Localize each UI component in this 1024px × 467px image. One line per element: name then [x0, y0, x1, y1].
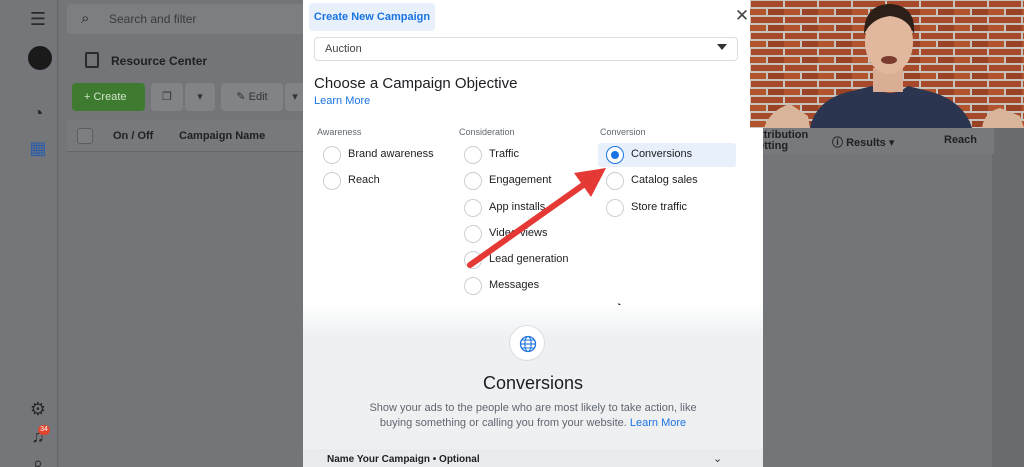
edit-label: Edit: [248, 91, 268, 103]
objective-option-catalog-sales[interactable]: Catalog sales: [598, 169, 736, 193]
globe-icon: [519, 335, 537, 353]
objective-option-video-views[interactable]: Video views: [456, 222, 594, 246]
menu-icon[interactable]: ☰: [27, 8, 49, 30]
radio-button[interactable]: [464, 225, 482, 243]
radio-button[interactable]: [464, 251, 482, 269]
resource-center[interactable]: Resource Center: [67, 46, 307, 76]
radio-button[interactable]: [323, 146, 341, 164]
close-icon[interactable]: ✕: [734, 7, 750, 24]
buying-type-select[interactable]: Auction: [314, 37, 738, 61]
create-button[interactable]: + Create: [72, 83, 145, 111]
presenter-video-frame: [750, 0, 1024, 128]
radio-button[interactable]: [464, 199, 482, 217]
search-bar[interactable]: ⌕ Search and filter: [67, 4, 317, 34]
option-label: App installs: [489, 201, 546, 213]
radio-button[interactable]: [323, 172, 341, 190]
buying-type-value: Auction: [325, 43, 362, 55]
search-placeholder: Search and filter: [109, 12, 197, 26]
dashboard-gauge-icon[interactable]: ◔: [27, 102, 49, 124]
column-reach[interactable]: Reach: [944, 134, 977, 146]
settings-gear-icon[interactable]: ⚙: [27, 398, 49, 420]
objective-option-messages[interactable]: Messages: [456, 274, 594, 298]
chevron-down-icon: ⌄: [713, 453, 723, 465]
option-label: Brand awareness: [348, 148, 434, 160]
objective-option-brand-awareness[interactable]: Brand awareness: [315, 143, 453, 167]
name-campaign-section[interactable]: Name Your Campaign • Optional ⌄: [303, 449, 763, 467]
radio-button[interactable]: [464, 146, 482, 164]
search-icon: ⌕: [81, 10, 90, 27]
radio-button[interactable]: [606, 199, 624, 217]
option-label: Video views: [489, 227, 548, 239]
create-campaign-dialog: Create New Campaign ✕ Auction Choose a C…: [303, 0, 763, 467]
left-nav: ☰ ◔ ▦ ⚙ ♫ 34 ⌕: [0, 0, 58, 467]
objective-detail-panel: Conversions Show your ads to the people …: [303, 305, 763, 467]
globe-badge: [509, 325, 545, 361]
clipboard-icon: [85, 52, 99, 68]
avatar[interactable]: [28, 46, 52, 70]
column-heading-consideration: Consideration: [459, 127, 515, 137]
radio-button[interactable]: [464, 172, 482, 190]
option-label: Engagement: [489, 174, 552, 186]
notification-badge: 34: [38, 425, 50, 435]
select-all-checkbox[interactable]: [77, 128, 93, 144]
objective-title: Choose a Campaign Objective: [314, 75, 518, 92]
edit-dropdown-icon[interactable]: ▾: [285, 83, 305, 111]
column-on-off[interactable]: On / Off: [113, 130, 153, 142]
campaigns-grid-icon[interactable]: ▦: [27, 137, 49, 159]
objective-option-traffic[interactable]: Traffic: [456, 143, 594, 167]
column-campaign-name[interactable]: Campaign Name: [179, 130, 265, 142]
option-label: Store traffic: [631, 201, 688, 213]
objective-option-store-traffic[interactable]: Store traffic: [598, 196, 736, 220]
name-campaign-label: Name Your Campaign • Optional: [327, 454, 480, 465]
radio-button[interactable]: [606, 172, 624, 190]
duplicate-dropdown-icon[interactable]: ▾: [185, 83, 215, 111]
objective-option-engagement[interactable]: Engagement: [456, 169, 594, 193]
objective-option-reach[interactable]: Reach: [315, 169, 453, 193]
radio-button[interactable]: [464, 277, 482, 295]
radio-button-selected[interactable]: [606, 146, 624, 164]
option-label: Conversions: [631, 148, 693, 160]
create-label: Create: [93, 91, 127, 103]
option-label: Messages: [489, 279, 540, 291]
detail-title: Conversions: [482, 373, 584, 393]
table-header-right: Attribution setting ⓘ Results ▾ Reach: [748, 126, 994, 154]
column-results[interactable]: ⓘ Results ▾: [832, 134, 894, 150]
duplicate-button[interactable]: ❐: [151, 83, 183, 111]
option-label: Traffic: [489, 148, 519, 160]
learn-more-link[interactable]: Learn More: [314, 95, 370, 107]
tab-create-new-campaign[interactable]: Create New Campaign: [309, 3, 435, 31]
detail-description: Show your ads to the people who are most…: [361, 401, 705, 431]
resource-center-label: Resource Center: [111, 54, 208, 68]
option-label: Lead generation: [489, 253, 569, 265]
option-label: Reach: [348, 174, 380, 186]
chevron-down-icon: [717, 44, 727, 50]
objective-option-conversions[interactable]: Conversions: [598, 143, 736, 167]
objective-option-app-installs[interactable]: App installs: [456, 196, 594, 220]
option-label: Catalog sales: [631, 174, 698, 186]
column-heading-conversion: Conversion: [600, 127, 646, 137]
table-header: On / Off Campaign Name: [67, 120, 307, 152]
column-heading-awareness: Awareness: [317, 127, 362, 137]
detail-learn-more-link[interactable]: Learn More: [630, 417, 686, 429]
presenter-webcam-video: [750, 0, 1024, 128]
search-nav-icon[interactable]: ⌕: [27, 452, 49, 467]
edit-button[interactable]: ✎ Edit: [221, 83, 283, 111]
objective-option-lead-generation[interactable]: Lead generation: [456, 248, 594, 272]
